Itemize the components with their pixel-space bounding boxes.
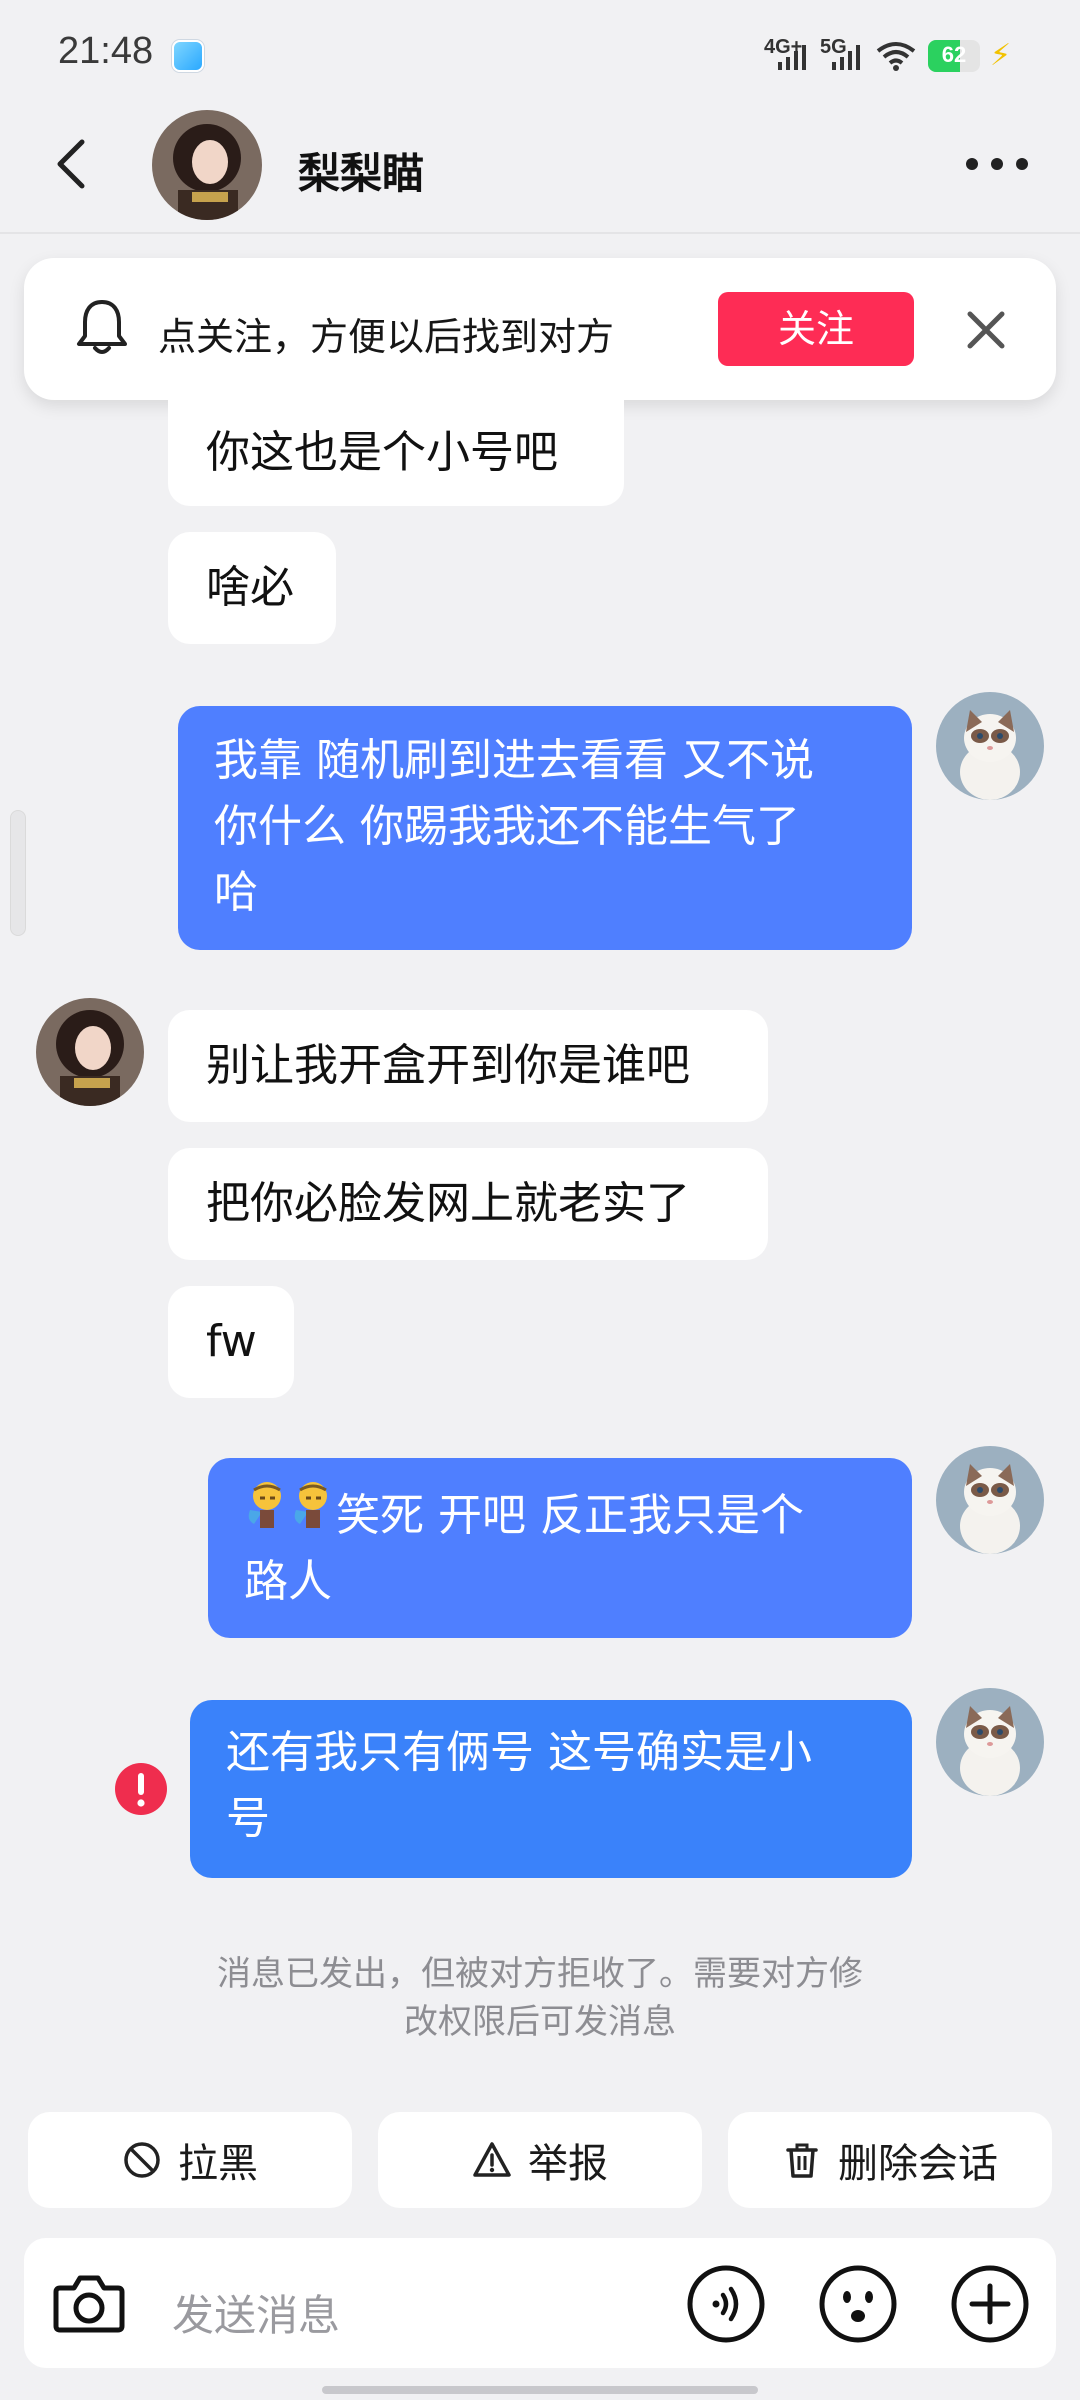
app-notification-icon bbox=[172, 40, 204, 72]
message-text-line: 号 bbox=[226, 1793, 270, 1844]
message-text: 把你必脸发网上就老实了 bbox=[206, 1178, 690, 1229]
signal-icon bbox=[832, 45, 860, 70]
follow-banner-text: 点关注，方便以后找到对方 bbox=[158, 315, 615, 359]
send-failed-icon[interactable] bbox=[114, 1762, 168, 1816]
plus-icon[interactable] bbox=[950, 2264, 1030, 2344]
contact-name[interactable]: 梨梨瞄 bbox=[298, 140, 424, 201]
contact-message-avatar[interactable] bbox=[36, 998, 144, 1106]
emoji-icon[interactable] bbox=[818, 2264, 898, 2344]
message-text: 别让我开盒开到你是谁吧 bbox=[206, 1040, 690, 1091]
status-time: 21:48 bbox=[58, 30, 154, 72]
message-text-line: 还有我只有俩号 这号确实是小 bbox=[226, 1727, 812, 1778]
my-avatar[interactable] bbox=[936, 1688, 1044, 1796]
message-text-line: 我靠 随机刷到进去看看 又不说 bbox=[214, 735, 814, 786]
camera-icon[interactable] bbox=[50, 2264, 128, 2342]
message-text: fw bbox=[206, 1316, 257, 1367]
trash-icon bbox=[786, 2143, 818, 2178]
message-text-line: 你什么 你踢我我还不能生气了 bbox=[214, 801, 800, 852]
back-chevron-icon[interactable] bbox=[52, 138, 94, 190]
sweat-emoji-icon bbox=[290, 1480, 336, 1549]
message-bubble-sent-failed[interactable]: 还有我只有俩号 这号确实是小 号 bbox=[190, 1700, 912, 1878]
home-indicator[interactable] bbox=[322, 2386, 758, 2394]
message-bubble-received[interactable]: 别让我开盒开到你是谁吧 bbox=[168, 1010, 768, 1122]
sweat-emoji-icon bbox=[244, 1480, 290, 1549]
delete-label: 删除会话 bbox=[838, 2141, 998, 2187]
signal-icon bbox=[778, 45, 806, 70]
voice-input-icon[interactable] bbox=[686, 2264, 766, 2344]
notice-line: 消息已发出，但被对方拒收了。需要对方修 bbox=[217, 1954, 863, 1994]
contact-avatar[interactable] bbox=[152, 110, 262, 220]
battery-icon: 62 bbox=[928, 40, 980, 72]
follow-button[interactable]: 关注 bbox=[718, 292, 914, 366]
charging-bolt-icon: ⚡ bbox=[990, 38, 1012, 73]
block-label: 拉黑 bbox=[178, 2141, 258, 2187]
my-avatar[interactable] bbox=[936, 1446, 1044, 1554]
block-icon bbox=[124, 2142, 160, 2178]
message-text-line: 笑死 开吧 反正我只是个 bbox=[336, 1490, 804, 1541]
message-bubble-received[interactable]: 啥必 bbox=[168, 532, 336, 644]
battery-percent: 62 bbox=[941, 42, 967, 67]
rejection-notice: 消息已发出，但被对方拒收了。需要对方修 改权限后可发消息 bbox=[180, 1950, 900, 2046]
my-avatar[interactable] bbox=[936, 692, 1044, 800]
bell-icon bbox=[77, 300, 127, 354]
delete-conversation-button[interactable]: 删除会话 bbox=[728, 2112, 1052, 2208]
message-text: 啥必 bbox=[206, 562, 294, 613]
warning-icon bbox=[473, 2142, 511, 2177]
report-label: 举报 bbox=[528, 2141, 608, 2187]
close-icon[interactable] bbox=[964, 308, 1008, 352]
notice-line: 改权限后可发消息 bbox=[404, 2002, 676, 2042]
message-bubble-sent[interactable]: 我靠 随机刷到进去看看 又不说 你什么 你踢我我还不能生气了 哈 bbox=[178, 706, 912, 950]
block-button[interactable]: 拉黑 bbox=[28, 2112, 352, 2208]
message-text-line: 路人 bbox=[244, 1556, 332, 1607]
wifi-icon bbox=[876, 42, 916, 71]
message-input[interactable]: 发送消息 bbox=[172, 2282, 340, 2343]
report-button[interactable]: 举报 bbox=[378, 2112, 702, 2208]
message-text-line: 哈 bbox=[214, 867, 258, 918]
message-bubble-received[interactable]: fw bbox=[168, 1286, 294, 1398]
header-divider bbox=[0, 232, 1080, 234]
message-text: 你这也是个小号吧 bbox=[206, 427, 558, 478]
message-bubble-received[interactable]: 把你必脸发网上就老实了 bbox=[168, 1148, 768, 1260]
more-horizontal-icon[interactable] bbox=[962, 152, 1032, 176]
message-bubble-received[interactable]: 你这也是个小号吧 bbox=[168, 400, 624, 506]
scroll-indicator[interactable] bbox=[10, 810, 26, 936]
message-bubble-sent[interactable]: 笑死 开吧 反正我只是个 路人 bbox=[208, 1458, 912, 1638]
